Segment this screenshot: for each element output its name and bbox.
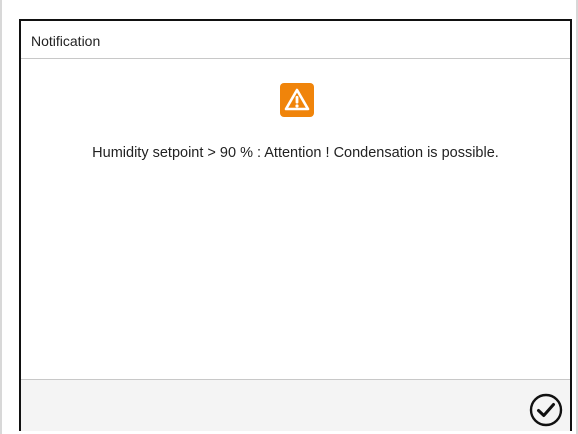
dialog-titlebar: Notification: [21, 21, 570, 59]
notification-message: Humidity setpoint > 90 % : Attention ! C…: [92, 145, 499, 161]
warning-icon: [280, 83, 314, 117]
check-circle-icon: [529, 393, 563, 427]
dialog-title: Notification: [31, 33, 101, 49]
left-edge: [0, 0, 2, 434]
notification-dialog: Notification Humidity setpoint > 90 % : …: [19, 19, 572, 431]
screen: Notification Humidity setpoint > 90 % : …: [0, 0, 578, 434]
confirm-button[interactable]: [528, 392, 564, 428]
dialog-footer: [21, 379, 570, 431]
dialog-content: Humidity setpoint > 90 % : Attention ! C…: [21, 59, 570, 379]
